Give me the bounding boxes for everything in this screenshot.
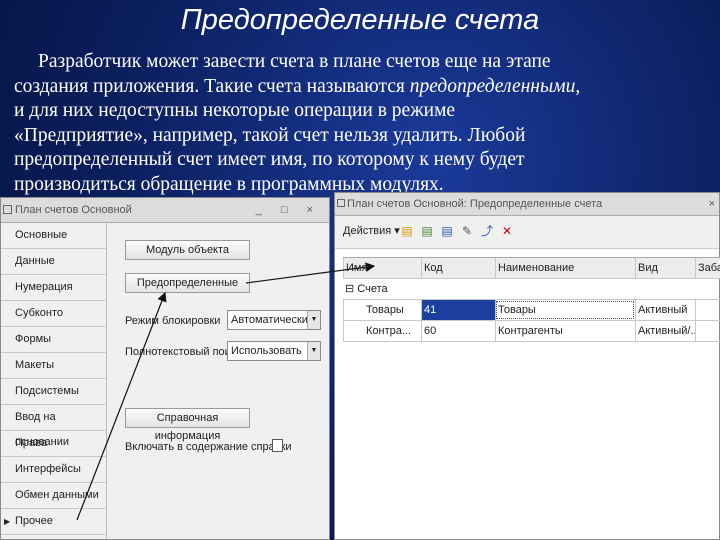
lock-mode-value: Автоматический	[231, 314, 315, 326]
close-icon[interactable]: ×	[709, 193, 715, 215]
settings-sidebar: Основные Данные Нумерация Субконто Формы…	[1, 223, 107, 539]
dropdown-arrow-icon[interactable]: ▼	[307, 342, 320, 360]
toolbar: Действия ▾ ▤ ▤ ▤ ✎ ⤴ ✕	[335, 216, 719, 249]
table-row[interactable]: Контра... 60 Контрагенты Активный/...	[343, 321, 720, 342]
predefined-button[interactable]: Предопределенные	[125, 273, 250, 293]
sidebar-item-other[interactable]: Прочее	[1, 509, 106, 535]
chart-of-accounts-window: План счетов Основной _ □ × Основные Данн…	[0, 197, 330, 540]
dropdown-arrow-icon[interactable]: ▼	[307, 311, 320, 329]
column-header-name[interactable]: Имя	[343, 258, 421, 278]
window-system-icon[interactable]	[337, 199, 345, 207]
grid-header: Имя Код Наименование Вид Забал	[343, 257, 720, 279]
cell-name[interactable]: Товары	[343, 300, 421, 320]
paragraph-line: «Предприятие», например, такой счет нель…	[14, 124, 526, 146]
cell-offbalance[interactable]	[695, 300, 720, 320]
column-header-title[interactable]: Наименование	[495, 258, 635, 278]
sidebar-item-forms[interactable]: Формы	[1, 327, 106, 353]
column-header-code[interactable]: Код	[421, 258, 495, 278]
window-title: План счетов Основной: Предопределенные с…	[347, 198, 603, 210]
cell-kind[interactable]: Активный/...	[635, 321, 695, 341]
paragraph-line: и для них недоступны некоторые операции …	[14, 100, 456, 121]
actions-menu[interactable]: Действия ▾	[343, 224, 400, 237]
lock-mode-label: Режим блокировки	[125, 315, 221, 327]
add-icon[interactable]: ▤	[399, 224, 415, 238]
object-module-button[interactable]: Модуль объекта	[125, 240, 250, 260]
sidebar-item-interfaces[interactable]: Интерфейсы	[1, 457, 106, 483]
cell-code[interactable]: 41	[421, 300, 495, 320]
window-controls[interactable]: _ □ ×	[256, 198, 321, 222]
add-group-icon[interactable]: ▤	[419, 224, 435, 238]
cell-code[interactable]: 60	[421, 321, 495, 341]
copy-icon[interactable]: ▤	[439, 224, 455, 238]
cell-title[interactable]: Контрагенты	[495, 321, 635, 341]
delete-icon[interactable]: ✕	[499, 224, 515, 238]
cell-title[interactable]: Товары	[495, 300, 635, 320]
paragraph-line: предопределенный счет имеет имя, по кото…	[14, 149, 525, 170]
hierarchy-icon[interactable]: ⤴	[479, 224, 495, 238]
edit-icon[interactable]: ✎	[459, 224, 475, 238]
window-system-icon[interactable]	[3, 205, 12, 214]
column-header-offbalance[interactable]: Забал	[695, 258, 720, 278]
slide-paragraph: Разработчик может завести счета в плане …	[14, 50, 714, 197]
paragraph-line: создания приложения. Такие счета называю…	[14, 75, 714, 100]
sidebar-item-rights[interactable]: Права	[1, 431, 106, 457]
fulltext-search-value: Использовать	[231, 345, 302, 357]
fulltext-search-select[interactable]: Использовать ▼	[227, 341, 321, 361]
slide-title: Предопределенные счета	[180, 4, 540, 36]
sidebar-item-data-exchange[interactable]: Обмен данными	[1, 483, 106, 509]
predefined-accounts-window: План счетов Основной: Предопределенные с…	[334, 192, 720, 540]
include-help-checkbox[interactable]	[272, 439, 283, 452]
sidebar-item-subsystems[interactable]: Подсистемы	[1, 379, 106, 405]
paragraph-text: создания приложения. Такие счета называю…	[14, 75, 410, 97]
tree-root-row[interactable]: ⊟ Счета	[343, 279, 720, 300]
fulltext-search-label: Полнотекстовый поиск	[125, 346, 242, 358]
sidebar-item-templates[interactable]: Макеты	[1, 353, 106, 379]
table-row[interactable]: Товары 41 Товары Активный	[343, 300, 720, 321]
sidebar-item-input-based[interactable]: Ввод на основании	[1, 405, 106, 448]
paragraph-emphasis: предопределенными,	[409, 75, 581, 97]
lock-mode-select[interactable]: Автоматический ▼	[227, 310, 321, 330]
sidebar-item-main[interactable]: Основные	[1, 223, 106, 249]
cell-offbalance[interactable]	[695, 321, 720, 341]
cell-name[interactable]: Контра...	[343, 321, 421, 341]
sidebar-item-data[interactable]: Данные	[1, 249, 106, 275]
tree-root-label[interactable]: ⊟ Счета	[343, 279, 421, 299]
column-header-kind[interactable]: Вид	[635, 258, 695, 278]
cell-kind[interactable]: Активный	[635, 300, 695, 320]
accounts-grid: Имя Код Наименование Вид Забал ⊟ Счета Т…	[343, 257, 720, 342]
include-help-label: Включать в содержание справки	[125, 441, 292, 453]
sidebar-item-subconto[interactable]: Субконто	[1, 301, 106, 327]
window-titlebar: План счетов Основной: Предопределенные с…	[335, 193, 719, 216]
sidebar-item-numbering[interactable]: Нумерация	[1, 275, 106, 301]
window-titlebar: План счетов Основной _ □ ×	[1, 198, 329, 223]
window-title: План счетов Основной	[15, 204, 132, 216]
paragraph-line: Разработчик может завести счета в плане …	[38, 51, 551, 72]
help-info-button[interactable]: Справочная информация	[125, 408, 250, 442]
